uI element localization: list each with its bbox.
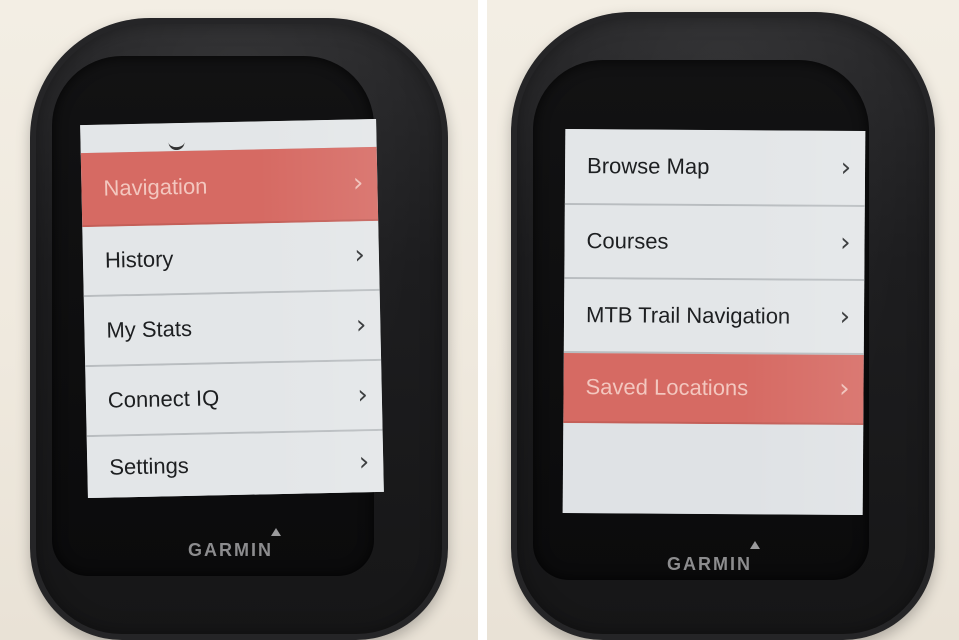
partial-text-glyph	[168, 136, 185, 151]
garmin-logo-triangle-icon	[271, 528, 281, 536]
brand-logo: GARMIN	[188, 540, 273, 560]
device-screen: Navigation › History › My Stats › Connec…	[80, 118, 384, 499]
chevron-right-icon: ›	[839, 301, 851, 332]
menu-item-label: Connect IQ	[107, 385, 220, 413]
menu-item-connect-iq[interactable]: Connect IQ ›	[85, 360, 383, 438]
chevron-right-icon: ›	[840, 227, 851, 258]
menu-item-label: Navigation	[103, 173, 208, 201]
chevron-right-icon: ›	[358, 447, 370, 478]
menu-item-label: My Stats	[106, 315, 193, 343]
empty-menu-area	[562, 422, 864, 516]
menu-item-label: Saved Locations	[585, 374, 749, 401]
menu-item-history[interactable]: History ›	[82, 220, 380, 298]
menu-item-my-stats[interactable]: My Stats ›	[83, 290, 382, 368]
menu-item-mtb-trail-navigation[interactable]: MTB Trail Navigation ›	[563, 278, 865, 356]
menu-item-navigation[interactable]: Navigation ›	[80, 146, 379, 228]
menu-item-label: Settings	[109, 452, 190, 480]
chevron-right-icon: ›	[357, 380, 369, 411]
device-screen: Browse Map › Courses › MTB Trail Navigat…	[562, 128, 866, 516]
brand-logo: GARMIN	[667, 554, 752, 574]
chevron-right-icon: ›	[839, 373, 850, 404]
garmin-logo-triangle-icon	[750, 541, 760, 549]
menu-item-label: Browse Map	[587, 153, 710, 179]
left-device-photo: Navigation › History › My Stats › Connec…	[0, 0, 478, 640]
right-device-photo: Browse Map › Courses › MTB Trail Navigat…	[487, 0, 959, 640]
menu-item-label: Courses	[586, 228, 669, 254]
menu-item-courses[interactable]: Courses ›	[564, 204, 865, 282]
menu-item-settings[interactable]: Settings ›	[86, 430, 384, 499]
photo-divider	[478, 0, 487, 640]
chevron-right-icon: ›	[355, 310, 367, 341]
menu-item-label: MTB Trail Navigation	[585, 302, 791, 329]
menu-item-browse-map[interactable]: Browse Map ›	[564, 128, 866, 208]
chevron-right-icon: ›	[840, 152, 852, 183]
chevron-right-icon: ›	[354, 240, 366, 271]
chevron-right-icon: ›	[352, 168, 364, 199]
menu-item-label: History	[104, 246, 174, 273]
menu-item-saved-locations[interactable]: Saved Locations ›	[563, 352, 864, 426]
